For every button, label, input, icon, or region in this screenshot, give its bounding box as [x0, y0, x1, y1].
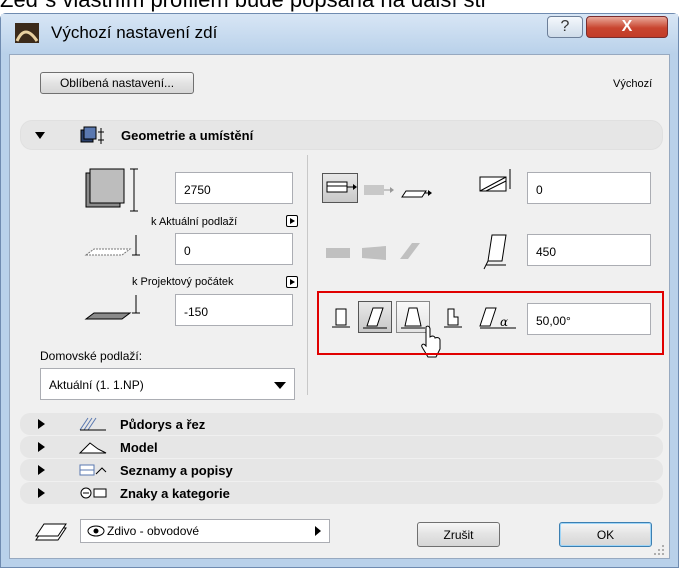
expand-triangle-icon	[35, 132, 45, 139]
ref-line-inside-icon[interactable]	[400, 181, 434, 201]
chevron-right-icon	[315, 526, 321, 536]
home-story-label: Domovské podlaží:	[40, 349, 143, 363]
highlight-box	[317, 291, 664, 355]
column-divider	[307, 155, 308, 395]
ref-offset-field[interactable]: 0	[527, 172, 651, 204]
section-geometry-title: Geometrie a umístění	[121, 128, 254, 143]
base-offset-icon	[84, 295, 140, 320]
base-link-arrow-icon[interactable]	[286, 276, 298, 288]
section-listing-title: Seznamy a popisy	[120, 463, 233, 478]
ref-offset-icon	[479, 169, 511, 192]
section-geometry-header[interactable]: Geometrie a umístění	[20, 120, 663, 150]
top-offset-icon	[84, 235, 140, 256]
resize-grip-icon[interactable]	[653, 544, 665, 556]
wall-straight-icon[interactable]	[324, 244, 358, 262]
tags-icon	[80, 487, 107, 499]
collapse-triangle-icon	[38, 465, 45, 475]
archicad-icon	[15, 23, 39, 43]
top-link-arrow-icon[interactable]	[286, 215, 298, 227]
section-model-title: Model	[120, 440, 158, 455]
layer-value: Zdivo - obvodové	[107, 524, 200, 538]
section-floorplan-title: Půdorys a řez	[120, 417, 206, 432]
top-link-label: k Aktuální podlaží	[151, 216, 238, 228]
ref-line-outside-button[interactable]	[322, 173, 358, 203]
section-model-header[interactable]: Model	[20, 436, 663, 458]
cancel-button[interactable]: Zrušit	[417, 522, 500, 547]
home-story-select[interactable]: Aktuální (1. 1.NP)	[40, 368, 295, 400]
top-offset-field[interactable]: 0	[175, 233, 293, 265]
floorplan-section-icon	[79, 417, 106, 431]
collapse-triangle-icon	[38, 419, 45, 429]
collapse-triangle-icon	[38, 442, 45, 452]
wall-thickness-icon	[483, 234, 507, 270]
chevron-down-icon	[274, 382, 286, 389]
layer-icon	[35, 523, 67, 541]
layer-select[interactable]: Zdivo - obvodové	[80, 519, 330, 543]
help-button[interactable]: ?	[547, 16, 583, 38]
wall-height-field[interactable]: 2750	[175, 172, 293, 204]
background-document-text: Zeď s vlastním profilem bude popsána na …	[0, 0, 488, 13]
title-bar[interactable]: Výchozí nastavení zdí ? X	[1, 14, 678, 54]
collapse-triangle-icon	[38, 488, 45, 498]
listing-icon	[79, 464, 107, 476]
dialog-body: Oblíbená nastavení... Výchozí Geometrie …	[9, 54, 670, 559]
ref-line-outside-icon	[326, 181, 357, 193]
close-button[interactable]: X	[586, 16, 668, 38]
geometry-icon	[80, 126, 104, 144]
wall-trapezoid-icon[interactable]	[360, 244, 394, 262]
base-link-label: k Projektový počátek	[132, 276, 234, 288]
section-tags-header[interactable]: Znaky a kategorie	[20, 482, 663, 504]
window-title: Výchozí nastavení zdí	[51, 23, 218, 42]
default-label: Výchozí	[613, 78, 653, 90]
section-floorplan-header[interactable]: Půdorys a řez	[20, 413, 663, 435]
dialog-window: Výchozí nastavení zdí ? X Oblíbená nasta…	[0, 13, 679, 568]
wall-height-icon	[85, 168, 138, 212]
eye-icon	[87, 525, 105, 537]
home-story-value: Aktuální (1. 1.NP)	[49, 378, 144, 392]
favorites-button[interactable]: Oblíbená nastavení...	[40, 72, 194, 94]
model-icon	[78, 442, 107, 454]
wall-polygonal-icon[interactable]	[396, 241, 430, 263]
ok-button[interactable]: OK	[559, 522, 652, 547]
section-listing-header[interactable]: Seznamy a popisy	[20, 459, 663, 481]
wall-thickness-field[interactable]: 450	[527, 234, 651, 266]
section-tags-title: Znaky a kategorie	[120, 486, 230, 501]
base-offset-field[interactable]: -150	[175, 294, 293, 326]
ref-line-center-icon[interactable]	[362, 181, 396, 201]
